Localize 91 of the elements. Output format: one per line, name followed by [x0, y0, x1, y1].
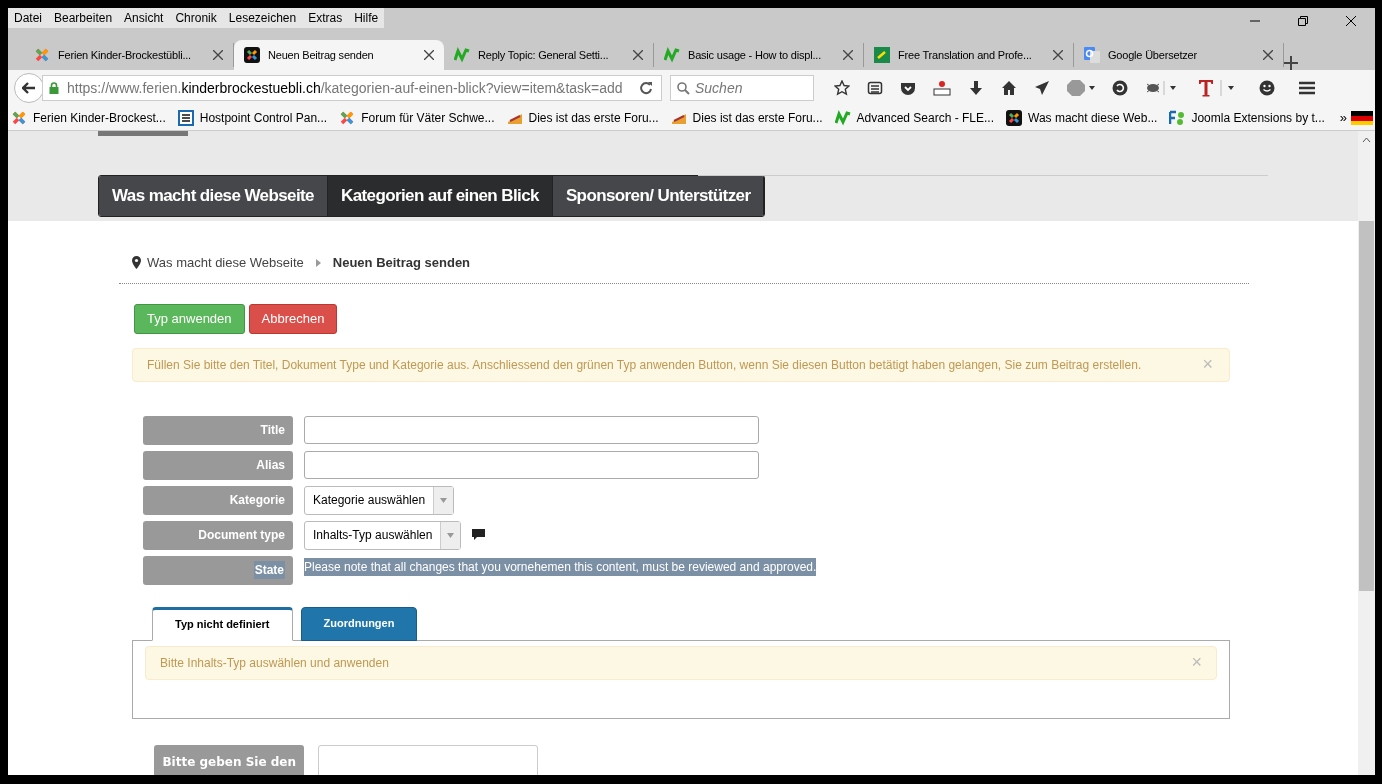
adblock-icon[interactable]	[1067, 80, 1095, 96]
smiley-icon[interactable]	[1259, 80, 1275, 96]
bookmark-item[interactable]: Dies ist das erste Foru...	[506, 109, 659, 127]
bookmark-item[interactable]: Hostpoint Control Pan...	[177, 109, 328, 127]
menu-item[interactable]: Datei	[14, 9, 42, 27]
field-label: Document type	[143, 520, 293, 550]
lock-icon	[49, 82, 59, 94]
close-icon[interactable]	[633, 50, 643, 60]
flag-icon[interactable]	[1351, 111, 1373, 125]
scroll-up-icon[interactable]	[1362, 137, 1371, 143]
search-icon	[677, 81, 690, 95]
gears-icon	[1169, 110, 1186, 126]
more-bookmarks-button[interactable]: »	[1339, 108, 1347, 128]
pinwheel-icon	[1006, 110, 1022, 126]
url-text: https://www.ferien.kinderbrockestuebli.ch/kategorien-auf-einen-blick?view=item&task=add	[67, 78, 623, 98]
field-label: Kategorie	[143, 485, 293, 515]
close-icon[interactable]	[1345, 15, 1357, 27]
menu-item[interactable]: Lesezeichen	[228, 9, 297, 27]
alert-text: Füllen Sie bitte den Titel, Dokument Type und Kategorie aus. Anschliessend den grünen Typ anwenden Button, wenn Sie diesen Button betätigt haben gelangen, Sie zum Beitrag erstellen.	[147, 356, 1143, 374]
browser-tab[interactable]: Neuen Beitrag senden	[234, 40, 444, 70]
new-tab-icon[interactable]	[1284, 56, 1298, 70]
input-field[interactable]	[318, 744, 538, 775]
input-field[interactable]	[304, 416, 759, 444]
nav-tab[interactable]: Sponsoren/ Unterstützer	[552, 176, 765, 216]
field-label: Title	[143, 415, 293, 445]
history-icon[interactable]	[1112, 80, 1128, 96]
caret-icon	[447, 532, 455, 538]
browser-tab[interactable]: Reply Topic: General Setti...	[444, 43, 654, 67]
stamp-icon[interactable]	[933, 80, 951, 96]
back-button[interactable]	[14, 73, 44, 103]
bookmark-item[interactable]: Joomla Extensions by t...	[1169, 109, 1325, 127]
menu-item[interactable]: Ansicht	[124, 9, 164, 27]
field-label: Alias	[143, 450, 293, 480]
field-label: Bitte geben Sie den	[154, 744, 304, 775]
field-label: State	[143, 555, 293, 585]
pinwheel-icon	[339, 110, 356, 126]
select-field[interactable]: Kategorie auswählen	[304, 485, 455, 515]
menu-item[interactable]: Bearbeiten	[54, 9, 113, 27]
nav-tab[interactable]: Was macht diese Webseite	[99, 176, 328, 216]
scrollbar[interactable]	[1358, 131, 1375, 775]
map-pin-icon	[132, 256, 141, 270]
note-text: Please note that all changes that you vornehemen this content, must be reviewed and approved.	[304, 557, 817, 576]
comment-icon[interactable]	[472, 529, 486, 541]
browser-tab[interactable]: Google Übersetzer	[1074, 43, 1284, 67]
search-placeholder: Suchen	[695, 78, 743, 98]
close-icon[interactable]	[1053, 50, 1063, 60]
home-icon[interactable]	[1001, 80, 1017, 96]
close-icon[interactable]	[424, 50, 434, 60]
document-icon	[177, 110, 194, 126]
alert-text: Bitte Inhalts-Typ auswählen und anwenden	[160, 654, 390, 672]
menu-item[interactable]: Hilfe	[354, 9, 379, 27]
breadcrumb-link[interactable]: Was macht diese Webseite	[147, 253, 304, 273]
bookmark-item[interactable]: Was macht diese Web...	[1006, 109, 1158, 127]
close-icon[interactable]	[213, 50, 223, 60]
caret-icon	[315, 258, 321, 267]
breadcrumb-current: Neuen Beitrag senden	[332, 254, 471, 272]
paper-plane-icon[interactable]	[1034, 80, 1050, 96]
menu-icon[interactable]	[1298, 80, 1316, 96]
pinwheel-icon	[244, 47, 260, 63]
caret-icon	[440, 497, 448, 503]
url-field[interactable]: https://www.ferien.kinderbrockestuebli.ch/kategorien-auf-einen-blick?view=item&task=add	[42, 75, 662, 101]
content-tab[interactable]: Zuordnungen	[300, 606, 418, 641]
translate-icon	[1084, 47, 1100, 63]
back-arrow-icon	[22, 82, 36, 94]
n-logo-icon	[454, 47, 470, 63]
bookmark-item[interactable]: Forum für Väter Schwe...	[339, 109, 495, 127]
input-field[interactable]	[304, 451, 759, 479]
close-icon[interactable]	[1263, 50, 1273, 60]
menu-item[interactable]: Extras	[308, 9, 343, 27]
browser-tab[interactable]: Free Translation and Profe...	[864, 43, 1074, 67]
content-tab[interactable]: Typ nicht definiert	[152, 606, 293, 641]
n-logo-icon	[664, 47, 680, 63]
star-icon[interactable]	[834, 80, 850, 96]
bookmark-item[interactable]: Dies ist das erste Foru...	[670, 109, 823, 127]
pocket-icon[interactable]	[900, 80, 916, 96]
reload-icon[interactable]	[639, 81, 653, 95]
reading-list-icon[interactable]	[867, 80, 883, 96]
bookmark-item[interactable]: Advanced Search - FLE...	[834, 109, 994, 127]
search-field[interactable]: Suchen	[670, 75, 814, 101]
cancel-button[interactable]: Abbrechen	[248, 303, 338, 334]
close-icon[interactable]	[843, 50, 853, 60]
nav-tab[interactable]: Kategorien auf einen Blick	[327, 176, 553, 216]
pinwheel-icon	[11, 110, 27, 126]
n-logo-icon	[834, 110, 851, 126]
download-icon[interactable]	[968, 80, 984, 96]
menu-item[interactable]: Chronik	[175, 9, 217, 27]
pinwheel-icon	[34, 47, 50, 63]
restore-icon[interactable]	[1297, 15, 1309, 27]
bookmark-item[interactable]: Ferien Kinder-Brockest...	[11, 109, 166, 127]
browser-tab[interactable]: Basic usage - How to displ...	[654, 43, 864, 67]
select-field[interactable]: Inhalts-Typ auswählen	[304, 520, 462, 550]
